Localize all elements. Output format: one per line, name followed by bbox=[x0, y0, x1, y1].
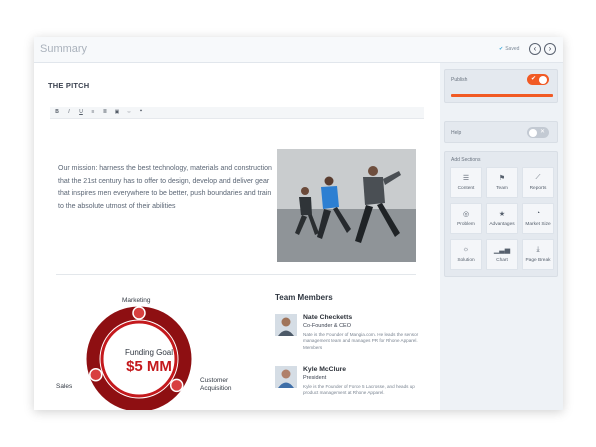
member-role: President bbox=[303, 375, 327, 381]
marker-customer-acquisition bbox=[169, 378, 184, 393]
check-icon: ✔ bbox=[531, 76, 537, 82]
section-divider bbox=[56, 274, 416, 275]
saved-label: Saved bbox=[505, 46, 520, 52]
tile-label: Reports bbox=[529, 186, 547, 191]
chart-icon: ▁▃▅ bbox=[493, 247, 511, 254]
pie-icon: ◔ bbox=[535, 210, 541, 217]
section-heading: THE PITCH bbox=[48, 81, 90, 90]
publish-toggle[interactable]: ✔ bbox=[527, 74, 549, 85]
tile-label: Solution bbox=[457, 258, 475, 263]
tile-page-break[interactable]: ⤓ Page Break bbox=[522, 239, 554, 270]
close-icon: ✕ bbox=[540, 129, 546, 135]
tile-label: Advantages bbox=[489, 222, 515, 227]
tile-solution[interactable]: ☼ Solution bbox=[450, 239, 482, 270]
tile-content[interactable]: ☰ Content bbox=[450, 167, 482, 198]
team-heading: Team Members bbox=[275, 293, 333, 302]
check-icon: ✔ bbox=[499, 46, 504, 52]
quote-icon[interactable]: ❝ bbox=[137, 109, 145, 115]
editor-main: THE PITCH B I U ≡ ≣ ▣ ⇔ ❝ Our mission: h… bbox=[34, 63, 440, 410]
member-name: Kyle McClure bbox=[303, 366, 347, 373]
tile-label: Page Break bbox=[525, 258, 551, 263]
link-icon[interactable]: ⇔ bbox=[125, 109, 133, 115]
tile-reports[interactable]: ⟋ Reports bbox=[522, 167, 554, 198]
content-icon: ☰ bbox=[462, 175, 470, 182]
star-icon: ★ bbox=[498, 211, 506, 218]
toggle-knob bbox=[529, 128, 537, 137]
next-button[interactable]: › bbox=[544, 43, 556, 55]
publish-panel: Publish ✔ bbox=[444, 69, 558, 103]
publish-label: Publish bbox=[451, 77, 468, 83]
team-icon: ⚑ bbox=[498, 175, 506, 182]
tile-team[interactable]: ⚑ Team bbox=[486, 167, 518, 198]
avatar bbox=[275, 314, 297, 336]
funding-goal-value: $5 MM bbox=[126, 358, 172, 375]
member-bio: Nate is the Founder of Mangia.com. He le… bbox=[303, 332, 419, 350]
marker-sales bbox=[89, 367, 103, 382]
mission-text[interactable]: Our mission: harness the best technology… bbox=[58, 163, 276, 213]
tile-label: Market Size bbox=[525, 222, 551, 227]
saved-status: ✔ Saved bbox=[499, 46, 519, 52]
help-toggle[interactable]: ✕ bbox=[527, 127, 549, 138]
marker-marketing bbox=[132, 306, 146, 320]
help-label: Help bbox=[451, 130, 462, 136]
underline-icon[interactable]: U bbox=[77, 109, 85, 115]
athletes-photo bbox=[277, 149, 416, 262]
tile-label: Team bbox=[496, 186, 508, 191]
lightbulb-icon: ☼ bbox=[462, 246, 470, 253]
add-sections-label: Add Sections bbox=[451, 157, 481, 163]
member-role: Co-Founder & CEO bbox=[303, 323, 351, 329]
label-marketing: Marketing bbox=[122, 297, 151, 304]
funding-chart: Marketing Sales Customer Acquisition Fun… bbox=[56, 295, 231, 410]
member-name: Nate Checketts bbox=[303, 314, 353, 321]
italic-icon[interactable]: I bbox=[65, 109, 73, 115]
tile-problem[interactable]: ◎ Problem bbox=[450, 203, 482, 234]
toggle-knob bbox=[539, 75, 547, 84]
page-break-icon: ⤓ bbox=[536, 246, 540, 253]
tile-advantages[interactable]: ★ Advantages bbox=[486, 203, 518, 234]
team-member[interactable]: Kyle McClure President Kyle is the Found… bbox=[275, 366, 425, 406]
tile-market-size[interactable]: ◔ Market Size bbox=[522, 203, 554, 234]
tile-label: Chart bbox=[496, 258, 508, 263]
tile-label: Content bbox=[457, 186, 475, 191]
image-icon[interactable]: ▣ bbox=[113, 109, 121, 115]
avatar bbox=[275, 366, 297, 388]
help-panel: Help ✕ bbox=[444, 121, 558, 143]
format-toolbar: B I U ≡ ≣ ▣ ⇔ ❝ bbox=[50, 107, 424, 119]
tile-chart[interactable]: ▁▃▅ Chart bbox=[486, 239, 518, 270]
member-bio: Kyle is the Founder of Force 5 Lacrosse,… bbox=[303, 384, 415, 396]
label-sales: Sales bbox=[56, 383, 73, 390]
tile-label: Problem bbox=[457, 222, 475, 227]
team-member[interactable]: Nate Checketts Co-Founder & CEO Nate is … bbox=[275, 314, 425, 354]
problem-icon: ◎ bbox=[462, 211, 470, 218]
app-window: Summary ✔ Saved ‹ › THE PITCH B I U ≡ ≣ ▣… bbox=[34, 37, 563, 410]
add-sections-panel: Add Sections ☰ Content ⚑ Team ⟋ Reports ◎ Pr… bbox=[444, 151, 558, 277]
label-acquisition: Acquisition bbox=[200, 385, 232, 392]
prev-button[interactable]: ‹ bbox=[529, 43, 541, 55]
publish-progress-bar bbox=[451, 94, 553, 97]
numbered-list-icon[interactable]: ≣ bbox=[101, 109, 109, 115]
bold-icon[interactable]: B bbox=[53, 109, 61, 115]
funding-goal-title: Funding Goal bbox=[124, 348, 174, 357]
reports-icon: ⟋ bbox=[535, 174, 541, 181]
title-bar: Summary ✔ Saved ‹ › bbox=[34, 37, 563, 63]
bullet-list-icon[interactable]: ≡ bbox=[89, 109, 97, 115]
page-title: Summary bbox=[40, 43, 88, 55]
label-customer: Customer bbox=[200, 377, 229, 384]
